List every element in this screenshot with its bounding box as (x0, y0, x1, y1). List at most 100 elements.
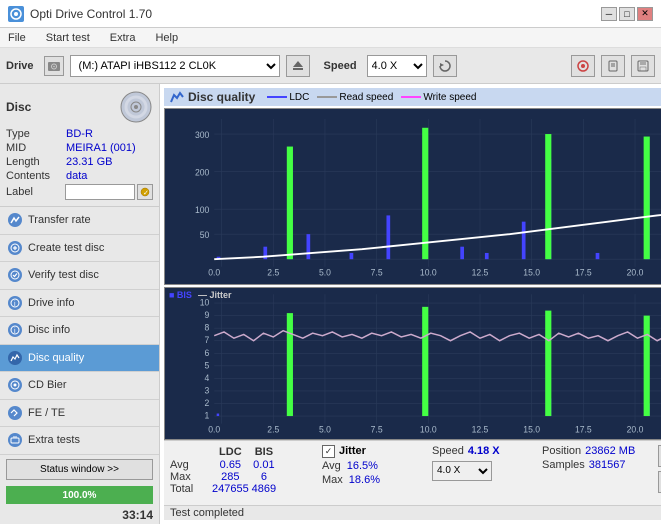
nav-fe-te[interactable]: FE / TE (0, 400, 159, 428)
transfer-rate-icon (8, 213, 22, 227)
chart-header: Disc quality LDC Read speed Write speed (164, 88, 661, 106)
nav-drive-info-label: Drive info (28, 297, 74, 309)
burn-button[interactable] (571, 55, 595, 77)
menu-file[interactable]: File (4, 30, 30, 46)
tools-button[interactable] (601, 55, 625, 77)
position-label: Position (542, 445, 581, 457)
legend-read-label: Read speed (339, 92, 393, 103)
disc-label-input[interactable] (65, 184, 135, 200)
svg-text:12.5: 12.5 (472, 267, 489, 277)
stats-row: LDC BIS Avg 0.65 0.01 Max 285 6 Total (164, 440, 661, 505)
mid-value: MEIRA1 (001) (66, 142, 136, 154)
svg-text:12.5: 12.5 (472, 425, 489, 435)
disc-info-icon: i (8, 323, 22, 337)
save-button[interactable] (631, 55, 655, 77)
nav-create-test-disc[interactable]: Create test disc (0, 235, 159, 263)
nav-cd-bier[interactable]: CD Bier (0, 372, 159, 400)
status-text: Test completed (170, 507, 244, 519)
drive-select[interactable]: (M:) ATAPI iHBS112 2 CL0K (70, 55, 280, 77)
upper-chart-svg: 300 200 100 50 18X 16X 14X 12X 10X 8X 6X… (165, 109, 661, 284)
speed-stat-val: 4.18 X (468, 445, 500, 457)
mid-label: MID (6, 142, 66, 154)
nav-verify-test-disc[interactable]: Verify test disc (0, 262, 159, 290)
svg-text:15.0: 15.0 (523, 425, 540, 435)
ldc-avg: 0.65 (212, 459, 249, 471)
eject-button[interactable] (286, 55, 310, 77)
ldc-max: 285 (212, 471, 249, 483)
svg-text:20.0: 20.0 (627, 425, 644, 435)
app-title: Opti Drive Control 1.70 (30, 7, 152, 21)
status-window-button[interactable]: Status window >> (6, 459, 153, 481)
start-buttons: Start full Start part (654, 441, 661, 505)
write-color-swatch (401, 96, 421, 98)
svg-text:17.5: 17.5 (575, 425, 592, 435)
menu-extra[interactable]: Extra (106, 30, 140, 46)
time-display: 33:14 (122, 508, 153, 522)
speed-select[interactable]: 4.0 X1.0 X2.0 X8.0 X (367, 55, 427, 77)
charts-container: 300 200 100 50 18X 16X 14X 12X 10X 8X 6X… (164, 108, 661, 440)
bis-avg: 0.01 (249, 459, 279, 471)
bis-max: 6 (249, 471, 279, 483)
nav-drive-info[interactable]: i Drive info (0, 290, 159, 318)
nav-transfer-rate-label: Transfer rate (28, 214, 91, 226)
ldc-total: 247655 (212, 483, 249, 495)
speed-stats: Speed 4.18 X 4.0 X2.0 X8.0 X (424, 441, 534, 505)
disc-quality-icon (8, 351, 22, 365)
minimize-button[interactable]: ─ (601, 7, 617, 21)
jitter-checkbox-label: Jitter (339, 445, 366, 457)
bis-label: ■ BIS (169, 290, 192, 300)
svg-text:20.0: 20.0 (627, 267, 644, 277)
speed-stat-select[interactable]: 4.0 X2.0 X8.0 X (432, 461, 492, 481)
refresh-button[interactable] (433, 55, 457, 77)
disc-label-edit-button[interactable]: ✓ (137, 184, 153, 200)
svg-text:2.5: 2.5 (267, 267, 279, 277)
lower-chart: ■ BIS — Jitter (164, 287, 661, 440)
sidebar: Disc Type BD-R MID MEIRA1 (001) (0, 84, 160, 524)
svg-text:0.0: 0.0 (208, 425, 220, 435)
toolbar: Drive (M:) ATAPI iHBS112 2 CL0K Speed 4.… (0, 48, 661, 84)
nav-extra-tests[interactable]: Extra tests (0, 427, 159, 455)
nav-extra-tests-label: Extra tests (28, 434, 80, 446)
svg-text:3: 3 (205, 386, 210, 396)
lower-chart-svg: 10 9 8 7 6 5 4 3 2 1 20% 16% 12% 8% 4% (165, 288, 661, 439)
nav-disc-quality-label: Disc quality (28, 352, 84, 364)
legend-read: Read speed (317, 92, 393, 103)
menu-start-test[interactable]: Start test (42, 30, 94, 46)
chart-icon (170, 90, 184, 104)
svg-text:300: 300 (195, 130, 210, 140)
type-value: BD-R (66, 128, 93, 140)
nav-fe-te-label: FE / TE (28, 407, 65, 419)
legend-write-label: Write speed (423, 92, 476, 103)
svg-text:100: 100 (195, 205, 210, 215)
contents-label: Contents (6, 170, 66, 182)
disc-section-title: Disc (6, 100, 31, 114)
legend-ldc-label: LDC (289, 92, 309, 103)
speed-label: Speed (324, 60, 357, 72)
jitter-checkbox[interactable]: ✓ (322, 445, 335, 458)
extra-tests-icon (8, 433, 22, 447)
maximize-button[interactable]: □ (619, 7, 635, 21)
svg-text:6: 6 (205, 348, 210, 358)
svg-text:5: 5 (205, 361, 210, 371)
menubar: File Start test Extra Help (0, 28, 661, 48)
position-stats: Position 23862 MB Samples 381567 (534, 441, 654, 505)
create-test-disc-icon (8, 241, 22, 255)
nav-transfer-rate[interactable]: Transfer rate (0, 207, 159, 235)
svg-text:10.0: 10.0 (420, 425, 437, 435)
svg-text:2.5: 2.5 (267, 425, 279, 435)
total-label: Total (170, 483, 212, 495)
bottom-status: Test completed (164, 505, 661, 520)
avg-label: Avg (170, 459, 212, 471)
close-button[interactable]: ✕ (637, 7, 653, 21)
svg-text:7.5: 7.5 (371, 267, 383, 277)
nav-disc-quality[interactable]: Disc quality (0, 345, 159, 373)
svg-text:15.0: 15.0 (523, 267, 540, 277)
nav-disc-info[interactable]: i Disc info (0, 317, 159, 345)
svg-text:10.0: 10.0 (420, 267, 437, 277)
svg-text:7: 7 (205, 335, 210, 345)
svg-text:5.0: 5.0 (319, 425, 331, 435)
svg-text:✓: ✓ (143, 190, 149, 197)
ldc-col-header: LDC (212, 445, 249, 459)
menu-help[interactable]: Help (151, 30, 182, 46)
jitter-max-val: 18.6% (349, 474, 380, 486)
